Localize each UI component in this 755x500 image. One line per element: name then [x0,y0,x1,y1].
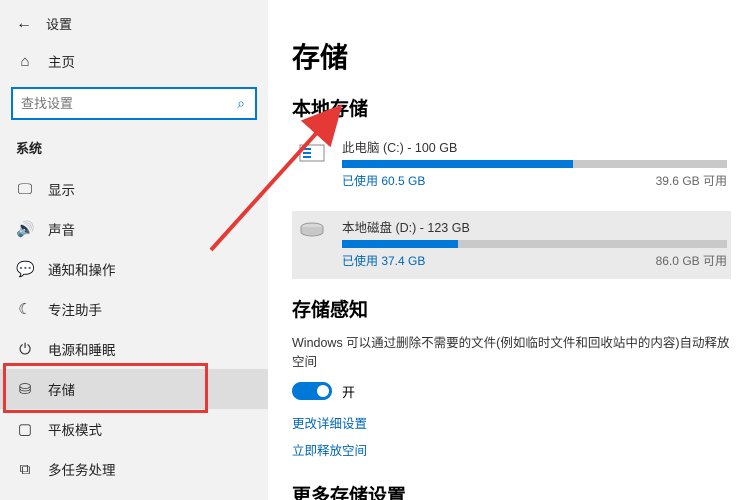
home-label: 主页 [48,51,75,71]
multitask-icon: ⧉ [16,461,34,478]
search-input[interactable] [13,96,227,111]
back-row[interactable]: ← 设置 [0,8,268,39]
search-icon: ⌕ [227,95,255,112]
drive-c-free: 39.6 GB 可用 [656,172,727,189]
nav-sound[interactable]: 🔊 声音 [0,209,268,249]
link-free-space[interactable]: 立即释放空间 [292,440,731,459]
toggle-row: 开 [292,382,731,401]
power-icon: ⏻ [16,341,34,358]
drive-d-icon [296,217,328,269]
drive-c-bar [342,160,727,168]
drive-c-icon [296,137,328,189]
nav-list: 🖵 显示 🔊 声音 💬 通知和操作 ☾ 专注助手 ⏻ 电源和睡眠 ⛁ 存储 [0,169,268,489]
drive-d-bar [342,240,727,248]
nav-label: 声音 [48,219,75,239]
home-row[interactable]: ⌂ 主页 [0,39,268,81]
display-icon: 🖵 [16,181,34,198]
category-title: 系统 [0,130,268,163]
nav-display[interactable]: 🖵 显示 [0,169,268,209]
nav-label: 电源和睡眠 [48,339,116,359]
settings-title: 设置 [46,14,72,33]
nav-label: 多任务处理 [48,459,116,479]
nav-label: 平板模式 [48,419,102,439]
page-title: 存储 [292,36,731,76]
home-icon: ⌂ [16,53,34,70]
local-storage-title: 本地存储 [292,94,731,121]
drive-d-title: 本地磁盘 (D:) - 123 GB [342,217,727,236]
storage-sense-toggle[interactable] [292,382,332,400]
sidebar: ← 设置 ⌂ 主页 ⌕ 系统 🖵 显示 🔊 声音 💬 通知和操作 [0,0,268,500]
drive-d-used: 已使用 37.4 GB [342,252,425,269]
main-content: 存储 本地存储 此电脑 (C:) - 100 GB 已使用 60.5 GB 39… [268,0,755,500]
tablet-icon: ▢ [16,420,34,438]
nav-label: 存储 [48,379,75,399]
drive-c-title: 此电脑 (C:) - 100 GB [342,137,727,156]
nav-focus[interactable]: ☾ 专注助手 [0,289,268,329]
nav-label: 专注助手 [48,299,102,319]
nav-tablet[interactable]: ▢ 平板模式 [0,409,268,449]
drive-d-free: 86.0 GB 可用 [656,252,727,269]
drive-c[interactable]: 此电脑 (C:) - 100 GB 已使用 60.5 GB 39.6 GB 可用 [292,133,731,197]
toggle-label: 开 [342,382,355,401]
sound-icon: 🔊 [16,220,34,238]
nav-label: 通知和操作 [48,259,116,279]
nav-label: 显示 [48,179,75,199]
notifications-icon: 💬 [16,260,34,278]
search-box[interactable]: ⌕ [11,87,257,120]
focus-icon: ☾ [16,300,34,318]
link-change-settings[interactable]: 更改详细设置 [292,413,731,432]
nav-power[interactable]: ⏻ 电源和睡眠 [0,329,268,369]
more-storage-title: 更多存储设置 [292,481,731,500]
nav-multitask[interactable]: ⧉ 多任务处理 [0,449,268,489]
back-icon: ← [16,15,32,33]
drive-d[interactable]: 本地磁盘 (D:) - 123 GB 已使用 37.4 GB 86.0 GB 可… [292,211,731,279]
storage-sense-title: 存储感知 [292,295,731,322]
drive-c-used: 已使用 60.5 GB [342,172,425,189]
nav-storage[interactable]: ⛁ 存储 [0,369,268,409]
nav-notifications[interactable]: 💬 通知和操作 [0,249,268,289]
storage-icon: ⛁ [16,380,34,398]
storage-sense-desc: Windows 可以通过删除不需要的文件(例如临时文件和回收站中的内容)自动释放… [292,334,731,372]
